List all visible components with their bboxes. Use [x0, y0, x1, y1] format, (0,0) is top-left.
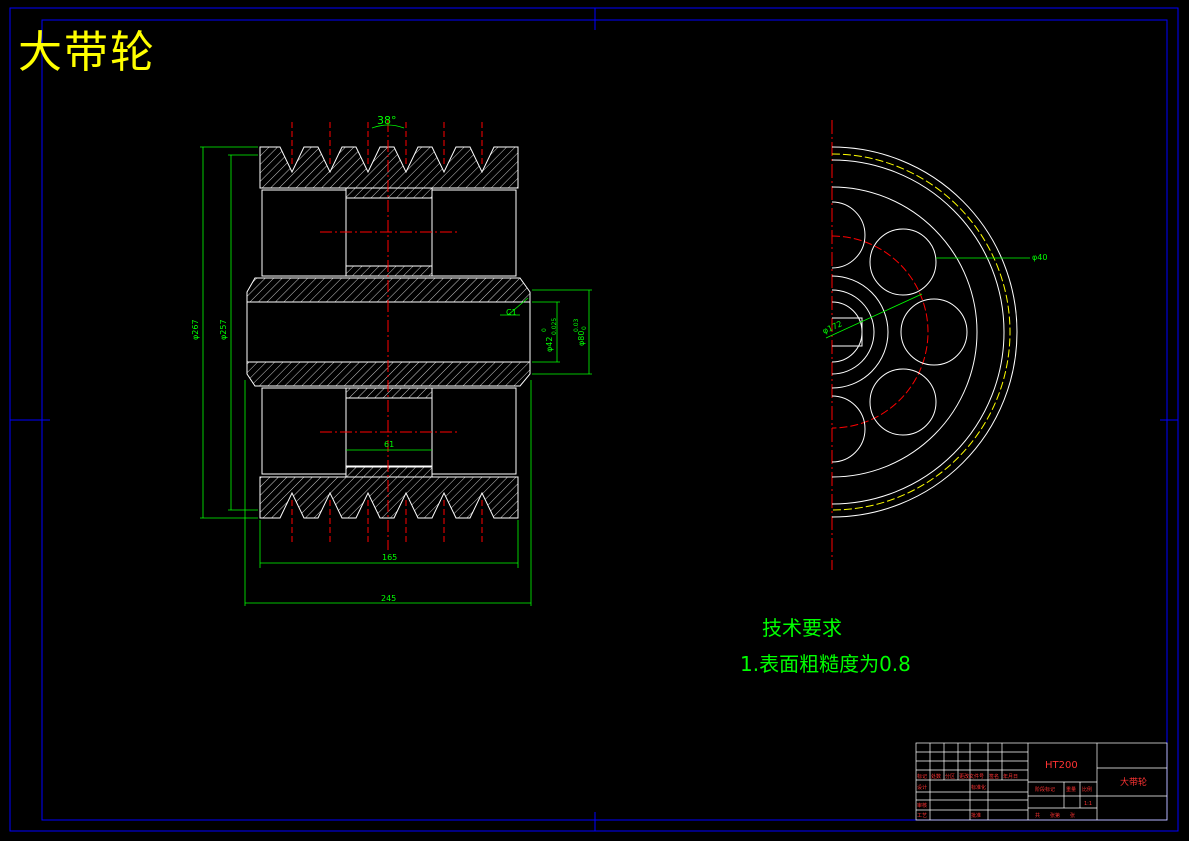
svg-text:张: 张 [1070, 812, 1075, 819]
svg-text:更改文件号: 更改文件号 [959, 773, 984, 780]
dim-pcd-diameter: φ172 [821, 319, 843, 336]
dim-hub-tol-lower: 0 [581, 326, 588, 330]
svg-text:设计: 设计 [917, 784, 927, 791]
dim-bore-tol-lower: 0 [541, 328, 548, 332]
bottom-rim [259, 476, 519, 519]
top-rim [259, 146, 519, 189]
svg-text:标准化: 标准化 [971, 784, 986, 791]
dim-bore-tol-upper: 0.025 [551, 318, 558, 335]
dim-web-width: 61 [384, 440, 394, 449]
dim-root-diameter: φ257 [219, 319, 228, 340]
svg-text:处数: 处数 [931, 773, 941, 780]
svg-text:1:1: 1:1 [1084, 801, 1092, 807]
svg-text:批准: 批准 [971, 812, 981, 819]
side-view [825, 120, 1030, 570]
svg-text:阶段标记: 阶段标记 [1035, 786, 1055, 793]
svg-text:重量: 重量 [1066, 786, 1076, 793]
svg-text:比例: 比例 [1082, 786, 1092, 793]
web-bottom [345, 466, 433, 478]
svg-text:分区: 分区 [945, 773, 955, 780]
dim-total-width: 245 [381, 594, 396, 603]
dim-rim-width: 165 [382, 553, 397, 562]
svg-text:签名: 签名 [989, 773, 999, 780]
dim-bore-diameter: φ42 [545, 337, 554, 352]
section-view [246, 120, 531, 550]
svg-text:标记: 标记 [917, 773, 927, 780]
drawing-canvas: 38° φ267 φ257 φ42 0.025 0 φ80 0.03 0 C1 … [9, 7, 1179, 832]
svg-text:工艺: 工艺 [917, 813, 927, 819]
svg-text:年月日: 年月日 [1003, 773, 1018, 780]
web-bottom-inner [345, 387, 433, 399]
svg-text:审核: 审核 [917, 802, 927, 809]
drawing-title: 大带轮 [18, 27, 156, 78]
dim-chamfer: C1 [506, 308, 517, 317]
tech-requirements-item: 1.表面粗糙度为0.8 [740, 652, 911, 676]
svg-text:共: 共 [1035, 812, 1040, 819]
dim-groove-angle: 38° [377, 114, 397, 127]
web-top [345, 187, 433, 199]
dim-hub-tol-upper: 0.03 [573, 318, 580, 332]
part-name-label: 大带轮 [1120, 776, 1147, 788]
material-label: HT200 [1045, 760, 1078, 771]
web-top-inner [345, 265, 433, 277]
dim-hole-diameter: φ40 [1032, 253, 1047, 262]
tech-requirements-heading: 技术要求 [762, 616, 842, 640]
dim-outer-diameter: φ267 [191, 319, 200, 340]
svg-text:张第: 张第 [1050, 812, 1060, 819]
drawing-border [9, 7, 1179, 832]
